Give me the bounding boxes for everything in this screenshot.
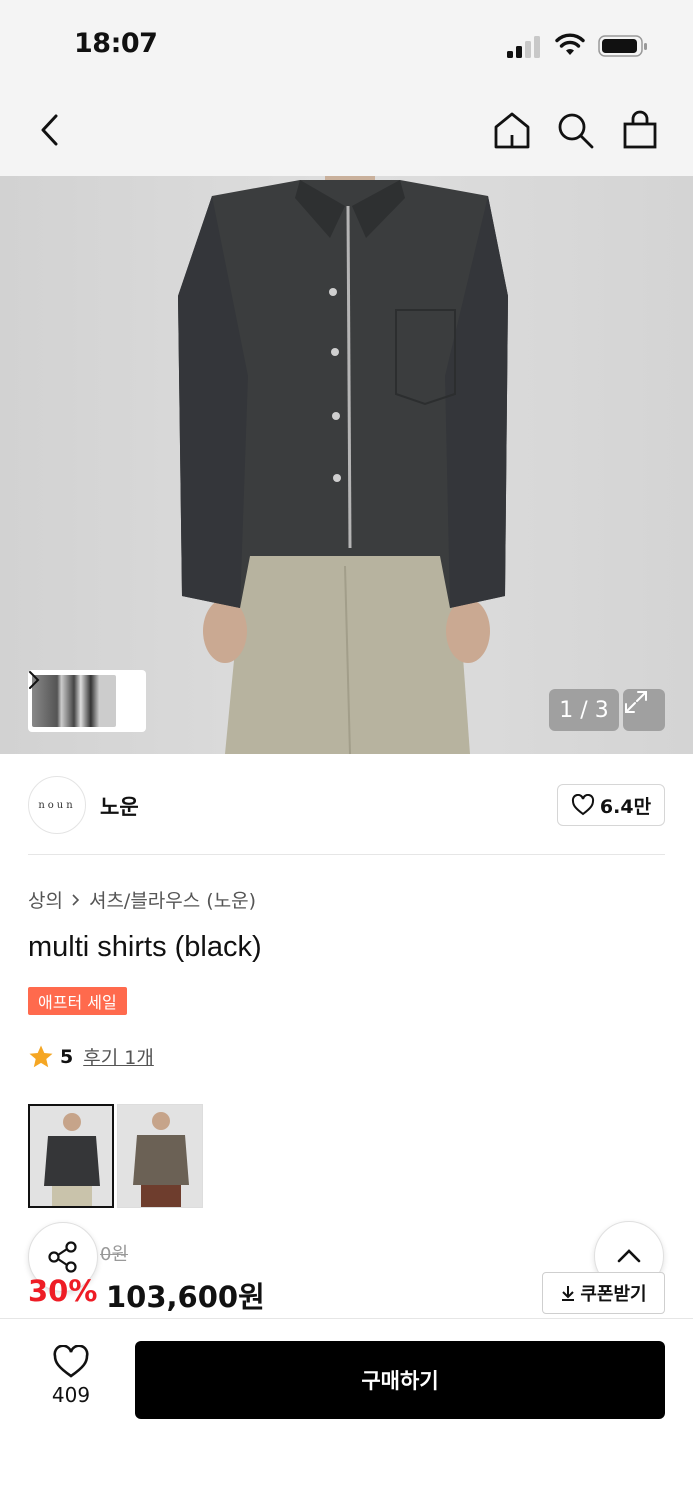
gallery-thumbnail-image xyxy=(32,675,116,727)
status-time: 18:07 xyxy=(74,28,158,59)
home-icon xyxy=(494,112,530,149)
discount-rate: 30% xyxy=(28,1274,98,1308)
color-swatch-black[interactable] xyxy=(28,1104,114,1208)
heart-icon xyxy=(53,1345,89,1378)
product-photo xyxy=(178,176,508,754)
home-button[interactable] xyxy=(490,108,534,152)
download-icon xyxy=(562,1286,575,1301)
brand-like-count: 6.4만 xyxy=(599,795,652,818)
status-bar: 18:07 xyxy=(0,0,693,88)
back-button[interactable] xyxy=(28,108,72,152)
image-counter: 1 / 3 xyxy=(549,689,619,731)
divider xyxy=(28,854,665,855)
product-image-gallery[interactable]: 1 / 3 xyxy=(0,176,693,754)
wishlist-button[interactable]: 409 xyxy=(36,1345,106,1415)
original-price: 0원 xyxy=(100,1244,129,1265)
breadcrumb: 상의 셔츠/블라우스 (노운) xyxy=(28,886,256,913)
expand-icon xyxy=(625,691,647,713)
rating-score: 5 xyxy=(60,1045,74,1068)
sale-badge: 애프터 세일 xyxy=(28,987,127,1015)
breadcrumb-category[interactable]: 상의 xyxy=(28,886,63,913)
cellular-signal-icon xyxy=(507,36,540,58)
sale-price: 103,600원 xyxy=(106,1280,265,1314)
rating-row: 5 후기 1개 xyxy=(28,1043,154,1070)
expand-image-button[interactable] xyxy=(623,689,665,731)
coupon-label: 쿠폰받기 xyxy=(580,1284,647,1305)
wifi-icon xyxy=(555,33,585,55)
brand-like-button[interactable]: 6.4만 xyxy=(557,784,665,826)
swatch-image xyxy=(30,1106,112,1206)
share-icon xyxy=(48,1241,77,1273)
brand-name[interactable]: 노운 xyxy=(100,791,139,821)
product-title: multi shirts (black) xyxy=(28,931,262,963)
buy-button[interactable]: 구매하기 xyxy=(135,1341,665,1419)
breadcrumb-subcategory[interactable]: 셔츠/블라우스 (노운) xyxy=(89,886,256,913)
chevron-left-icon xyxy=(41,114,58,146)
swatch-image xyxy=(118,1105,202,1207)
reviews-link[interactable]: 후기 1개 xyxy=(83,1043,154,1070)
coupon-download-button[interactable]: 쿠폰받기 xyxy=(542,1272,665,1314)
shopping-bag-icon xyxy=(623,110,657,149)
brand-logo[interactable]: noun xyxy=(28,776,86,834)
chevron-up-icon xyxy=(617,1249,641,1263)
chevron-right-icon xyxy=(29,671,40,689)
gallery-thumbnail-strip[interactable] xyxy=(28,670,146,732)
star-icon xyxy=(29,1045,53,1067)
cart-button[interactable] xyxy=(618,108,662,152)
battery-icon xyxy=(598,35,647,57)
heart-icon xyxy=(571,794,594,816)
wishlist-count: 409 xyxy=(51,1383,91,1407)
bottom-action-bar: 409 구매하기 xyxy=(0,1318,693,1500)
nav-bar xyxy=(0,88,693,176)
color-swatch-brown[interactable] xyxy=(117,1104,203,1208)
search-button[interactable] xyxy=(553,108,597,152)
chevron-right-icon xyxy=(72,893,80,906)
search-icon xyxy=(558,113,594,149)
